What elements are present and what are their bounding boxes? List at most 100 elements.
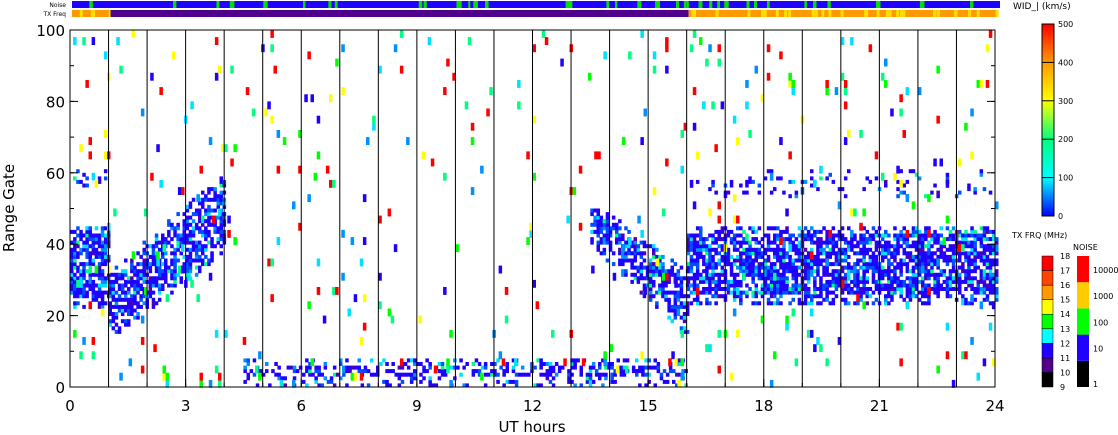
echo-cell bbox=[686, 251, 691, 256]
echo-cell bbox=[246, 358, 250, 363]
echo-cell bbox=[658, 290, 662, 295]
echo-cell bbox=[890, 279, 894, 284]
echo-cell bbox=[176, 240, 180, 245]
echo-cell bbox=[85, 183, 89, 188]
echo-cell bbox=[973, 240, 977, 245]
echo-cell bbox=[908, 258, 913, 263]
echo-cell bbox=[198, 215, 202, 220]
echo-cell bbox=[868, 247, 873, 252]
echo-cell bbox=[732, 240, 737, 245]
echo-cell bbox=[270, 44, 274, 53]
echo-cell bbox=[204, 247, 208, 252]
echo-cell bbox=[618, 251, 622, 256]
echo-cell bbox=[742, 251, 746, 256]
echo-cell bbox=[655, 304, 659, 309]
echo-cell bbox=[862, 265, 866, 270]
echo-cell bbox=[745, 265, 749, 270]
echo-cell bbox=[945, 283, 950, 288]
echo-cell bbox=[921, 262, 925, 267]
echo-cell bbox=[779, 287, 783, 291]
echo-cell bbox=[739, 262, 743, 267]
echo-cell bbox=[853, 276, 857, 281]
echo-cell bbox=[970, 226, 974, 231]
echo-cell bbox=[961, 297, 965, 302]
echo-cell bbox=[100, 226, 105, 231]
echo-cell bbox=[151, 276, 156, 281]
echo-cell bbox=[85, 176, 89, 181]
echo-cell bbox=[692, 258, 697, 263]
echo-cell bbox=[970, 337, 974, 345]
echo-cell bbox=[151, 251, 156, 256]
echo-cell bbox=[874, 151, 879, 160]
echo-cell bbox=[100, 297, 105, 302]
echo-cell bbox=[376, 369, 380, 374]
echo-cell bbox=[170, 258, 174, 263]
echo-cell bbox=[859, 279, 863, 284]
echo-cell bbox=[191, 244, 196, 249]
echo-cell bbox=[316, 287, 321, 295]
echo-cell bbox=[995, 262, 999, 267]
echo-cell bbox=[890, 108, 894, 117]
echo-cell bbox=[130, 269, 134, 274]
echo-cell bbox=[742, 262, 746, 267]
echo-cell bbox=[794, 287, 799, 291]
echo-cell bbox=[896, 165, 900, 174]
echo-cell bbox=[887, 262, 891, 267]
echo-cell bbox=[645, 244, 650, 249]
echo-cell bbox=[843, 279, 848, 284]
echo-cell bbox=[776, 283, 780, 288]
echo-cell bbox=[794, 258, 799, 263]
echo-cell bbox=[708, 258, 712, 263]
echo-cell bbox=[921, 265, 925, 274]
echo-cell bbox=[207, 187, 211, 192]
echo-cell bbox=[788, 80, 792, 88]
echo-cell bbox=[359, 337, 364, 345]
echo-cell bbox=[880, 251, 885, 256]
echo-cell bbox=[661, 283, 665, 288]
echo-cell bbox=[705, 258, 709, 263]
echo-cell bbox=[705, 247, 709, 252]
echo-cell bbox=[769, 247, 774, 252]
echo-cell bbox=[210, 197, 214, 202]
echo-cell bbox=[201, 251, 205, 256]
echo-cell bbox=[76, 276, 80, 281]
echo-cell bbox=[419, 372, 423, 377]
echo-cell bbox=[748, 254, 752, 259]
echo-cell bbox=[692, 297, 697, 302]
echo-cell bbox=[748, 269, 752, 274]
echo-cell bbox=[936, 233, 940, 238]
echo-cell bbox=[382, 358, 386, 363]
echo-cell bbox=[142, 279, 146, 284]
echo-cell bbox=[773, 301, 777, 306]
echo-cell bbox=[779, 272, 783, 277]
echo-cell bbox=[732, 294, 737, 299]
noise-strip-mark bbox=[468, 1, 471, 8]
echo-cell bbox=[151, 304, 156, 309]
echo-cell bbox=[791, 244, 795, 249]
echo-cell bbox=[816, 265, 820, 270]
echo-cell bbox=[670, 304, 674, 309]
echo-cell bbox=[591, 365, 596, 370]
echo-cell bbox=[127, 308, 131, 313]
echo-cell bbox=[958, 229, 962, 234]
echo-cell bbox=[887, 247, 891, 252]
echo-cell bbox=[739, 254, 743, 259]
echo-cell bbox=[754, 229, 758, 234]
echo-cell bbox=[732, 237, 737, 242]
echo-cell bbox=[85, 254, 89, 259]
echo-cell bbox=[985, 294, 990, 299]
echo-cell bbox=[908, 294, 913, 299]
echo-cell bbox=[615, 222, 619, 227]
echo-cell bbox=[483, 365, 488, 370]
echo-cell bbox=[806, 237, 811, 242]
echo-cell bbox=[91, 240, 96, 245]
echo-cell bbox=[682, 304, 687, 309]
echo-cell bbox=[605, 258, 610, 263]
echo-cell bbox=[505, 365, 509, 370]
echo-cell bbox=[162, 372, 166, 381]
echo-cell bbox=[470, 122, 475, 131]
echo-cell bbox=[539, 358, 543, 363]
echo-cell bbox=[214, 365, 219, 374]
echo-cell bbox=[859, 287, 863, 291]
echo-cell bbox=[803, 269, 808, 274]
